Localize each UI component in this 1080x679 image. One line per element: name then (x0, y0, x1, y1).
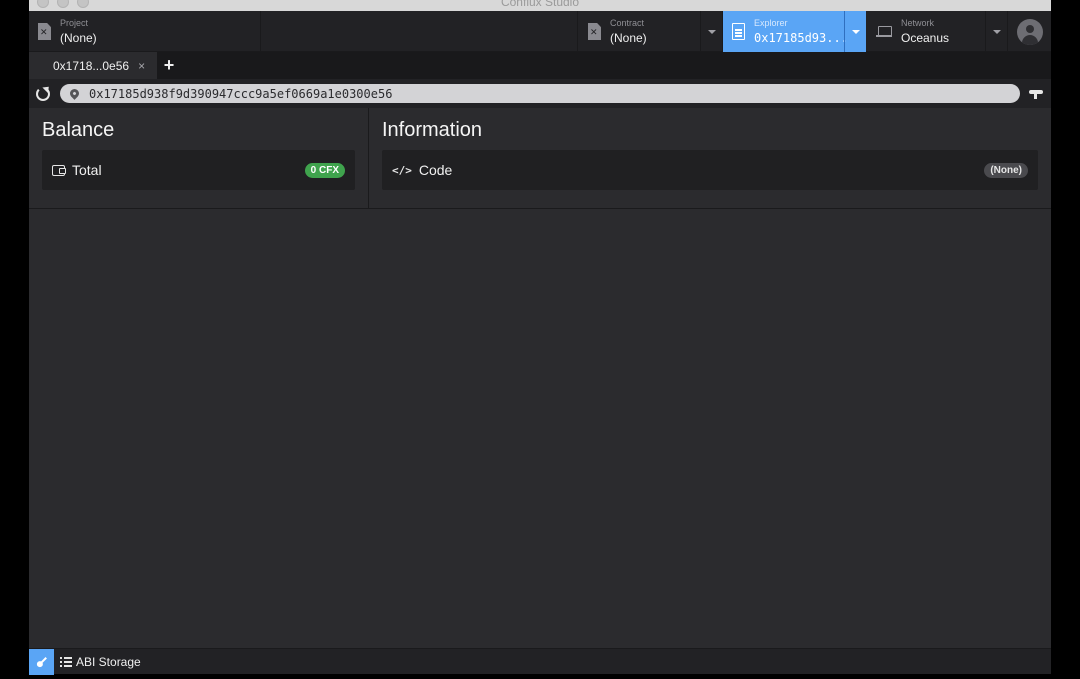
tab-strip: 0x1718...0e56 × + (29, 52, 1051, 79)
explorer-label: Explorer (754, 18, 788, 28)
tab-address[interactable]: 0x1718...0e56 × (29, 52, 157, 79)
refresh-icon[interactable] (36, 86, 50, 101)
address-value[interactable]: 0x17185d938f9d390947ccc9a5ef0669a1e0300e… (89, 87, 392, 101)
header-spacer (261, 11, 578, 52)
project-label: Project (60, 18, 89, 28)
avatar-icon[interactable] (1016, 18, 1043, 45)
file-icon (38, 23, 51, 40)
file-icon (588, 23, 601, 40)
explorer-value: 0x17185d93... (754, 31, 848, 45)
window-titlebar: Conflux Studio (29, 0, 1051, 11)
network-label: Network (901, 18, 935, 28)
key-icon (33, 653, 50, 670)
wallet-icon (52, 164, 66, 176)
balance-total-row: Total 0 CFX (42, 150, 355, 190)
address-bar: 0x17185d938f9d390947ccc9a5ef0669a1e0300e… (29, 79, 1051, 108)
user-menu[interactable] (1008, 11, 1051, 52)
chevron-down-icon (707, 29, 716, 34)
chevron-down-icon (992, 29, 1001, 34)
bottom-bar: ABI Storage (29, 648, 1051, 675)
explorer-dropdown-button[interactable] (844, 11, 866, 52)
contract-value: (None) (610, 31, 647, 45)
contract-label: Contract (610, 18, 645, 28)
code-badge: (None) (984, 162, 1028, 178)
laptop-icon (876, 25, 892, 38)
abi-storage-label: ABI Storage (76, 654, 141, 669)
window-title: Conflux Studio (500, 0, 580, 9)
code-label: Code (418, 162, 453, 178)
keypair-button[interactable] (29, 648, 54, 675)
explorer-content: Balance Total 0 CFX Information </> Code (29, 108, 1051, 648)
document-icon (732, 23, 745, 40)
network-value: Oceanus (901, 31, 950, 45)
top-header: Project (None) Contract (None) Explorer … (29, 11, 1051, 52)
explorer-selector[interactable]: Explorer 0x17185d93... (723, 11, 866, 52)
list-icon (60, 656, 72, 667)
abi-storage-button[interactable]: ABI Storage (60, 655, 141, 669)
network-selector[interactable]: Network Oceanus (866, 11, 1008, 52)
balance-title: Balance (42, 119, 115, 141)
contract-selector[interactable]: Contract (None) (578, 11, 723, 52)
code-icon: </> (392, 163, 412, 177)
information-title: Information (382, 119, 483, 141)
chevron-down-icon (851, 29, 860, 34)
faucet-icon[interactable] (1029, 88, 1043, 99)
project-selector[interactable]: Project (None) (29, 11, 261, 52)
close-icon[interactable]: × (138, 59, 145, 73)
network-dropdown-button[interactable] (985, 11, 1007, 52)
contract-dropdown-button[interactable] (700, 11, 722, 52)
code-row: </> Code (None) (382, 150, 1038, 190)
project-value: (None) (60, 31, 97, 45)
information-panel: Information </> Code (None) (369, 108, 1051, 208)
total-label: Total (72, 162, 102, 178)
balance-badge: 0 CFX (304, 162, 345, 178)
app-window: Project (None) Contract (None) Explorer … (29, 11, 1051, 675)
plus-icon[interactable]: + (157, 52, 181, 79)
tab-label: 0x1718...0e56 (53, 58, 130, 73)
location-pin-icon (68, 87, 81, 100)
address-input[interactable]: 0x17185d938f9d390947ccc9a5ef0669a1e0300e… (60, 84, 1020, 103)
balance-panel: Balance Total 0 CFX (29, 108, 369, 208)
